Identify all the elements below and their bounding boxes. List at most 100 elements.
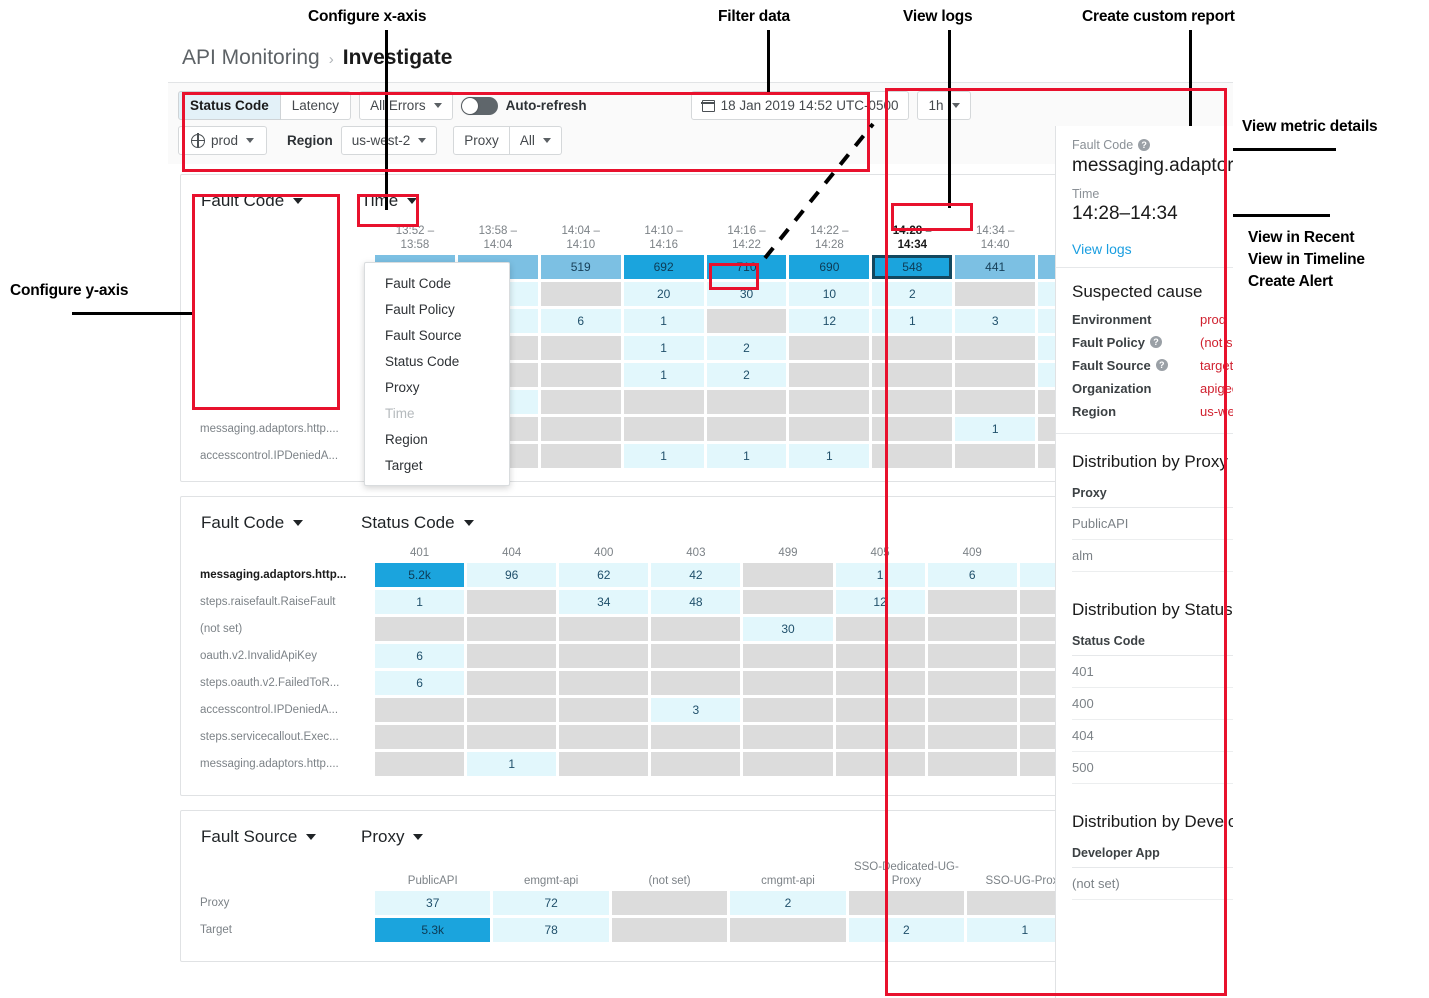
region-dropdown[interactable]: us-west-2 (340, 126, 438, 155)
row-label[interactable]: Target (200, 918, 372, 942)
column-header[interactable]: 13:52 –13:58 (375, 224, 455, 252)
heatmap-cell[interactable]: 2 (872, 282, 953, 306)
heatmap-cell[interactable] (835, 617, 925, 641)
interval-dropdown[interactable]: 1h (917, 91, 971, 120)
tab-status-code[interactable]: Status Code (178, 91, 281, 120)
heatmap-cell[interactable]: 692 (623, 255, 704, 279)
heatmap-cell[interactable]: 441 (955, 255, 1036, 279)
heatmap-cell[interactable] (927, 644, 1017, 668)
errors-filter-dropdown[interactable]: All Errors (359, 91, 453, 120)
column-header[interactable]: 400 (559, 546, 648, 560)
x-axis-selector-2[interactable]: Status Code (357, 511, 478, 535)
heatmap-cell[interactable]: 1 (375, 590, 465, 614)
column-header[interactable]: 13:58 –14:04 (458, 224, 538, 252)
heatmap-cell[interactable]: 2 (730, 891, 846, 915)
row-label[interactable] (200, 336, 372, 360)
heatmap-cell[interactable] (467, 590, 557, 614)
heatmap-cell[interactable] (872, 444, 953, 468)
row-label[interactable]: accesscontrol.IPDeniedA... (200, 698, 372, 722)
heatmap-cell[interactable] (706, 309, 787, 333)
heatmap-cell[interactable] (955, 363, 1036, 387)
heatmap-cell[interactable]: 6 (927, 563, 1017, 587)
heatmap-cell[interactable] (651, 617, 741, 641)
y-axis-menu-item-region[interactable]: Region (365, 426, 509, 452)
heatmap-cell[interactable] (623, 417, 704, 441)
help-icon[interactable]: ? (1155, 359, 1168, 371)
y-axis-dropdown-menu[interactable]: Fault Code Fault Policy Fault Source Status… (364, 262, 510, 486)
y-axis-selector-3[interactable]: Fault Source (197, 825, 357, 849)
heatmap-cell[interactable] (743, 671, 833, 695)
row-label[interactable]: steps.servicecallout.Exec... (200, 725, 372, 749)
heatmap-cell[interactable] (540, 390, 621, 414)
row-label[interactable] (200, 282, 372, 306)
heatmap-cell[interactable] (375, 698, 465, 722)
column-header[interactable]: 499 (743, 546, 832, 560)
heatmap-cell[interactable] (743, 563, 833, 587)
heatmap-cell[interactable] (955, 282, 1036, 306)
heatmap-cell[interactable]: 72 (493, 891, 609, 915)
heatmap-cell[interactable] (706, 390, 787, 414)
heatmap-cell[interactable]: 30 (706, 282, 787, 306)
heatmap-cell[interactable] (559, 617, 649, 641)
heatmap-cell[interactable]: 34 (559, 590, 649, 614)
column-header[interactable]: 404 (467, 546, 556, 560)
heatmap-cell[interactable]: 12 (789, 309, 870, 333)
heatmap-cell[interactable]: 20 (623, 282, 704, 306)
y-axis-menu-item-fault-code[interactable]: Fault Code (365, 270, 509, 296)
heatmap-cell[interactable] (730, 918, 846, 942)
row-label[interactable]: oauth.v2.InvalidApiKey (200, 644, 372, 668)
heatmap-cell[interactable] (872, 363, 953, 387)
heatmap-cell[interactable] (651, 725, 741, 749)
y-axis-selector-1[interactable]: Fault Code (197, 189, 357, 213)
column-header[interactable]: SSO-Dedicated-UG-Proxy (849, 860, 964, 888)
heatmap-cell[interactable]: 6 (375, 644, 465, 668)
heatmap-cell[interactable]: 1 (835, 563, 925, 587)
heatmap-cell[interactable] (540, 444, 621, 468)
heatmap-cell[interactable] (706, 417, 787, 441)
heatmap-cell[interactable] (540, 336, 621, 360)
heatmap-cell[interactable] (927, 590, 1017, 614)
heatmap-cell[interactable]: 1 (955, 417, 1036, 441)
heatmap-cell[interactable]: 6 (540, 309, 621, 333)
column-header[interactable]: 401 (375, 546, 464, 560)
heatmap-cell[interactable] (927, 752, 1017, 776)
row-label[interactable]: messaging.adaptors.http.... (200, 752, 372, 776)
heatmap-cell[interactable]: 3 (651, 698, 741, 722)
x-axis-selector-3[interactable]: Proxy (357, 825, 427, 849)
proxy-label-button[interactable]: Proxy (453, 126, 510, 155)
heatmap-cell[interactable]: 96 (467, 563, 557, 587)
heatmap-cell[interactable] (789, 417, 870, 441)
column-header[interactable]: 403 (651, 546, 740, 560)
heatmap-cell[interactable]: 1 (872, 309, 953, 333)
heatmap-cell[interactable] (743, 752, 833, 776)
heatmap-cell[interactable] (467, 644, 557, 668)
heatmap-cell[interactable] (789, 363, 870, 387)
heatmap-cell[interactable] (559, 671, 649, 695)
heatmap-cell[interactable]: 30 (743, 617, 833, 641)
heatmap-cell[interactable]: 1 (623, 336, 704, 360)
heatmap-cell[interactable]: 48 (651, 590, 741, 614)
help-icon[interactable]: ? (1138, 139, 1151, 151)
heatmap-cell[interactable]: 1 (623, 363, 704, 387)
column-header[interactable]: 14:04 –14:10 (541, 224, 621, 252)
help-icon[interactable]: ? (1149, 336, 1162, 348)
column-header[interactable]: 14:10 –14:16 (624, 224, 704, 252)
tab-latency[interactable]: Latency (280, 91, 352, 120)
heatmap-cell[interactable]: 1 (623, 444, 704, 468)
column-header[interactable]: 14:34 –14:40 (955, 224, 1035, 252)
heatmap-cell[interactable] (651, 671, 741, 695)
heatmap-cell[interactable] (540, 417, 621, 441)
heatmap-cell[interactable] (872, 390, 953, 414)
heatmap-cell[interactable] (872, 336, 953, 360)
row-label[interactable]: messaging.adaptors.http.... (200, 417, 372, 441)
row-label[interactable]: Proxy (200, 891, 372, 915)
heatmap-cell[interactable] (611, 891, 728, 915)
row-label[interactable]: (not set) (200, 617, 372, 641)
heatmap-cell[interactable]: 5.3k (375, 918, 491, 942)
heatmap-cell[interactable] (375, 725, 465, 749)
heatmap-cell[interactable] (743, 698, 833, 722)
column-header[interactable]: PublicAPI (375, 860, 490, 888)
column-header[interactable]: (not set) (612, 860, 727, 888)
y-axis-menu-item-proxy[interactable]: Proxy (365, 374, 509, 400)
heatmap-cell[interactable] (540, 363, 621, 387)
